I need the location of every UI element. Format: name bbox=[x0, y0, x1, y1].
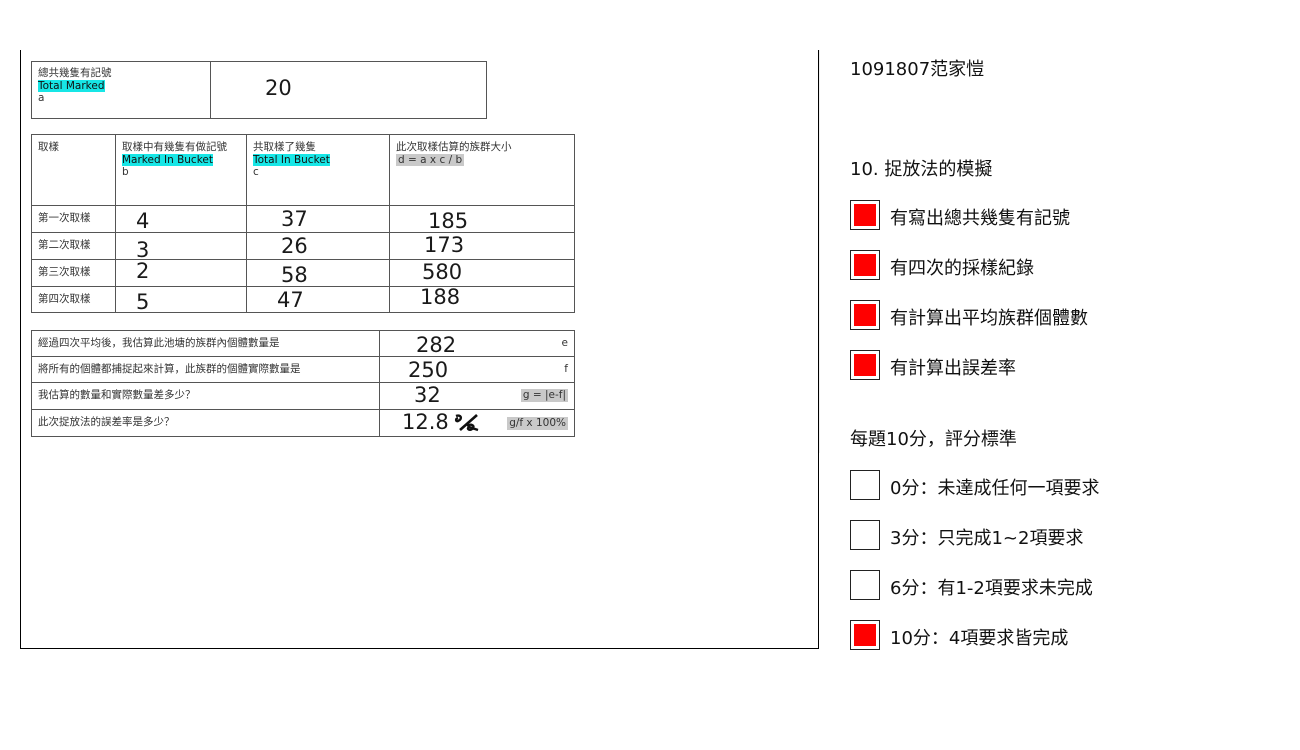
header-total-zh: 共取樣了幾隻 bbox=[253, 141, 316, 153]
header-total-var: c bbox=[253, 166, 259, 178]
score-label: 0分：未達成任何一項要求 bbox=[890, 478, 1100, 499]
handwritten-percent-icon bbox=[454, 414, 479, 432]
criterion-checkbox[interactable] bbox=[850, 350, 880, 380]
score-label: 3分：只完成1~2項要求 bbox=[890, 528, 1084, 549]
total-marked-en: Total Marked bbox=[38, 79, 105, 92]
header-sample-text: 取樣 bbox=[38, 141, 59, 153]
header-marked-var: b bbox=[122, 166, 129, 178]
total-marked-zh: 總共幾隻有記號 bbox=[38, 67, 112, 79]
row-d: 188 bbox=[420, 285, 461, 309]
row-c: 37 bbox=[281, 207, 308, 231]
criterion-checkbox[interactable] bbox=[850, 200, 880, 230]
question-title: 10. 捉放法的模擬 bbox=[850, 159, 993, 180]
row-c: 47 bbox=[277, 288, 304, 312]
total-marked-value-cell: 20 bbox=[210, 61, 487, 119]
summary-question: 經過四次平均後，我估算此池塘的族群內個體數量是 bbox=[38, 337, 280, 349]
header-marked-zh: 取樣中有幾隻有做記號 bbox=[122, 141, 227, 153]
total-marked-value: 20 bbox=[265, 76, 292, 100]
summary-answer: 282 bbox=[416, 333, 457, 357]
row-b: 5 bbox=[136, 290, 150, 314]
score-label: 10分：4項要求皆完成 bbox=[890, 628, 1069, 649]
summary-tag: g/f x 100% bbox=[507, 417, 568, 430]
header-total: 共取樣了幾隻 Total In Bucket c bbox=[246, 134, 390, 206]
row-c: 58 bbox=[281, 263, 308, 287]
score-checkbox[interactable] bbox=[850, 520, 880, 550]
header-estimate-formula: d = a x c / b bbox=[396, 153, 465, 166]
criterion-label: 有四次的採樣紀錄 bbox=[890, 258, 1034, 279]
student-id-name: 1091807范家愷 bbox=[850, 59, 985, 80]
row-d: 580 bbox=[422, 260, 463, 284]
summary-answer: 12.8 bbox=[402, 410, 449, 434]
summary-tag: g = |e-f| bbox=[520, 389, 568, 402]
summary-question: 我估算的數量和實際數量差多少？ bbox=[38, 389, 196, 401]
summary-answer: 250 bbox=[408, 358, 449, 382]
criterion-checkbox[interactable] bbox=[850, 250, 880, 280]
criterion-checkbox[interactable] bbox=[850, 300, 880, 330]
summary-tag: e bbox=[561, 337, 568, 349]
row-label: 第二次取樣 bbox=[38, 239, 91, 251]
criterion-label: 有計算出誤差率 bbox=[890, 358, 1016, 379]
header-marked-en: Marked In Bucket bbox=[122, 153, 213, 166]
score-checkbox[interactable] bbox=[850, 470, 880, 500]
total-marked-label-cell: 總共幾隻有記號 Total Marked a bbox=[31, 61, 211, 119]
summary-answer: 32 bbox=[414, 383, 441, 407]
header-total-en: Total In Bucket bbox=[253, 153, 330, 166]
row-b: 2 bbox=[136, 259, 150, 283]
row-label: 第三次取樣 bbox=[38, 266, 91, 278]
summary-question: 此次捉放法的誤差率是多少？ bbox=[38, 416, 175, 428]
score-label: 6分：有1-2項要求未完成 bbox=[890, 578, 1093, 599]
row-label: 第四次取樣 bbox=[38, 293, 91, 305]
criterion-label: 有計算出平均族群個體數 bbox=[890, 308, 1088, 329]
score-checkbox[interactable] bbox=[850, 570, 880, 600]
header-marked: 取樣中有幾隻有做記號 Marked In Bucket b bbox=[115, 134, 247, 206]
summary-tag: f bbox=[564, 363, 568, 375]
score-checkbox[interactable] bbox=[850, 620, 880, 650]
row-b: 4 bbox=[136, 209, 150, 233]
row-d: 173 bbox=[424, 233, 465, 257]
scoring-title: 每題10分，評分標準 bbox=[850, 429, 1017, 450]
row-c: 26 bbox=[281, 234, 308, 258]
total-marked-var: a bbox=[38, 92, 45, 104]
criterion-label: 有寫出總共幾隻有記號 bbox=[890, 208, 1070, 229]
row-label: 第一次取樣 bbox=[38, 212, 91, 224]
row-d: 185 bbox=[428, 209, 469, 233]
header-estimate: 此次取樣估算的族群大小 d = a x c / b bbox=[389, 134, 575, 206]
header-sample: 取樣 bbox=[31, 134, 116, 206]
summary-question: 將所有的個體都捕捉起來計算，此族群的個體實際數量是 bbox=[38, 363, 301, 375]
header-estimate-zh: 此次取樣估算的族群大小 bbox=[396, 141, 512, 153]
